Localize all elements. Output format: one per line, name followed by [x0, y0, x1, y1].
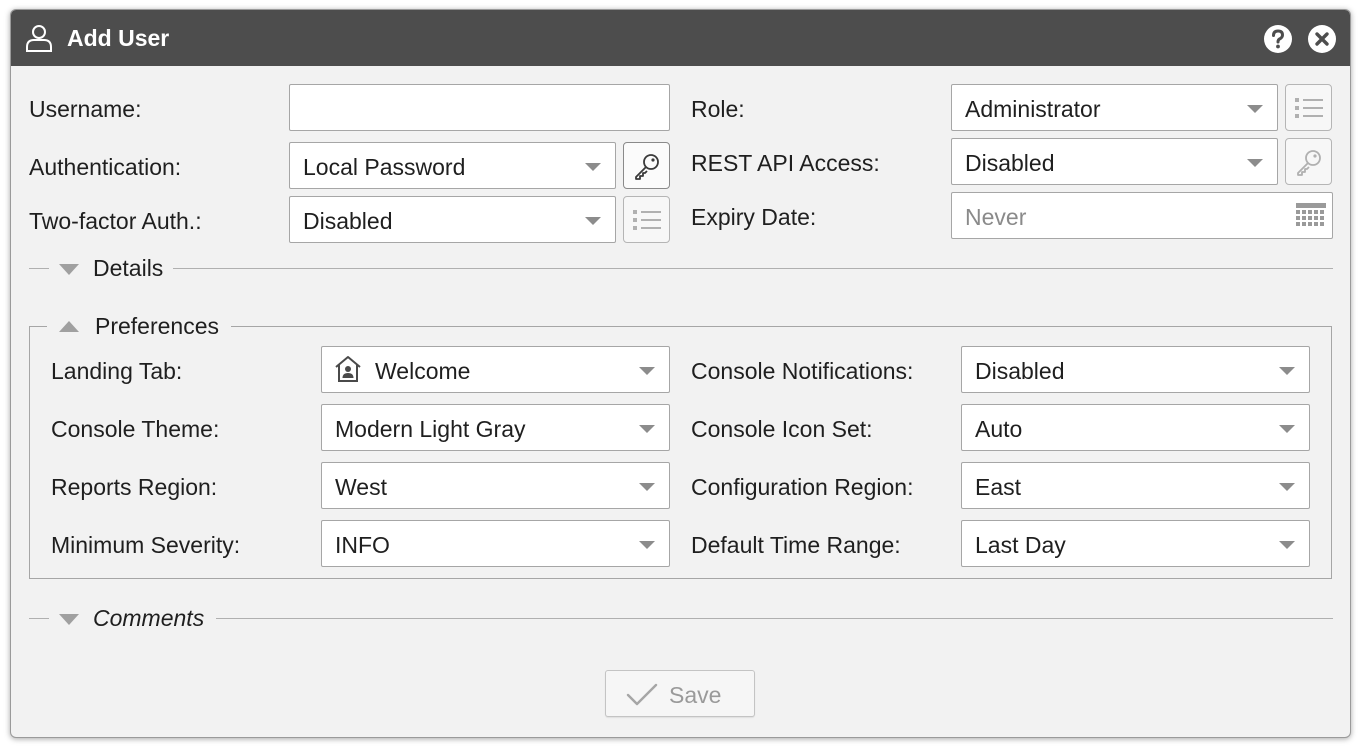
- check-icon: [626, 683, 658, 706]
- default-time-range-value: Last Day: [975, 532, 1066, 558]
- close-icon[interactable]: [1307, 24, 1337, 54]
- expiry-date-input[interactable]: Never: [951, 192, 1333, 239]
- reports-region-select[interactable]: West: [321, 462, 670, 509]
- reports-region-label: Reports Region:: [51, 474, 218, 500]
- authentication-select[interactable]: Local Password: [289, 142, 616, 189]
- dialog-titlebar[interactable]: Add User: [11, 10, 1350, 66]
- help-icon[interactable]: [1263, 24, 1293, 54]
- console-notifications-label: Console Notifications:: [691, 358, 914, 384]
- collapse-triangle-icon[interactable]: [59, 321, 79, 332]
- rest-api-select[interactable]: Disabled: [951, 138, 1278, 185]
- role-label: Role:: [691, 96, 745, 122]
- console-theme-value: Modern Light Gray: [335, 416, 526, 442]
- comments-divider-left: [29, 618, 49, 619]
- chevron-down-icon: [585, 163, 601, 171]
- dialog-title: Add User: [67, 25, 170, 51]
- chevron-down-icon: [1247, 105, 1263, 113]
- list-icon: [1295, 98, 1323, 118]
- rest-api-value: Disabled: [965, 150, 1055, 176]
- default-time-range-label: Default Time Range:: [691, 532, 901, 558]
- chevron-down-icon: [639, 425, 655, 433]
- username-input[interactable]: [289, 84, 670, 131]
- save-button-label: Save: [669, 682, 722, 708]
- authentication-value: Local Password: [303, 154, 466, 180]
- two-factor-label: Two-factor Auth.:: [29, 208, 202, 234]
- console-icon-set-select[interactable]: Auto: [961, 404, 1310, 451]
- chevron-down-icon: [1279, 483, 1295, 491]
- home-icon: [335, 356, 361, 382]
- calendar-icon[interactable]: [1295, 201, 1327, 231]
- chevron-down-icon: [639, 541, 655, 549]
- landing-tab-select[interactable]: Welcome: [321, 346, 670, 393]
- configuration-region-select[interactable]: East: [961, 462, 1310, 509]
- configuration-region-label: Configuration Region:: [691, 474, 914, 500]
- expand-triangle-icon[interactable]: [59, 614, 79, 625]
- minimum-severity-value: INFO: [335, 532, 390, 558]
- console-icon-set-value: Auto: [975, 416, 1023, 442]
- expand-triangle-icon[interactable]: [59, 264, 79, 275]
- key-icon: [635, 154, 659, 180]
- two-factor-select[interactable]: Disabled: [289, 196, 616, 243]
- default-time-range-select[interactable]: Last Day: [961, 520, 1310, 567]
- console-icon-set-label: Console Icon Set:: [691, 416, 873, 442]
- chevron-down-icon: [1247, 159, 1263, 167]
- configuration-region-value: East: [975, 474, 1022, 500]
- add-user-dialog: Add User Username: Authentication: Local…: [10, 9, 1351, 738]
- user-icon: [26, 25, 52, 52]
- key-icon: [1297, 150, 1321, 176]
- minimum-severity-label: Minimum Severity:: [51, 532, 241, 558]
- rest-api-label: REST API Access:: [691, 150, 880, 176]
- console-notifications-value: Disabled: [975, 358, 1065, 384]
- chevron-down-icon: [1279, 425, 1295, 433]
- username-label: Username:: [29, 96, 142, 122]
- minimum-severity-select[interactable]: INFO: [321, 520, 670, 567]
- preferences-legend[interactable]: Preferences: [47, 310, 231, 344]
- comments-divider-right: [216, 618, 1333, 619]
- two-factor-list-button[interactable]: [623, 196, 670, 243]
- chevron-down-icon: [639, 367, 655, 375]
- console-theme-select[interactable]: Modern Light Gray: [321, 404, 670, 451]
- preferences-section-title[interactable]: Preferences: [95, 313, 219, 340]
- two-factor-value: Disabled: [303, 208, 393, 234]
- chevron-down-icon: [639, 483, 655, 491]
- save-button[interactable]: Save: [605, 670, 755, 717]
- role-list-button[interactable]: [1285, 84, 1332, 131]
- details-divider-right: [173, 268, 1333, 269]
- reports-region-value: West: [335, 474, 387, 500]
- chevron-down-icon: [585, 217, 601, 225]
- role-value: Administrator: [965, 96, 1101, 122]
- landing-tab-value: Welcome: [375, 358, 471, 384]
- comments-section-title[interactable]: Comments: [93, 605, 204, 632]
- details-divider-left: [29, 268, 49, 269]
- console-theme-label: Console Theme:: [51, 416, 220, 442]
- details-section-title[interactable]: Details: [93, 255, 163, 282]
- authentication-label: Authentication:: [29, 154, 182, 180]
- expiry-date-value: Never: [965, 204, 1027, 230]
- authentication-key-button[interactable]: [623, 142, 670, 189]
- list-icon: [633, 210, 661, 230]
- landing-tab-label: Landing Tab:: [51, 358, 183, 384]
- console-notifications-select[interactable]: Disabled: [961, 346, 1310, 393]
- expiry-date-label: Expiry Date:: [691, 204, 817, 230]
- chevron-down-icon: [1279, 367, 1295, 375]
- rest-api-key-button[interactable]: [1285, 138, 1332, 185]
- role-select[interactable]: Administrator: [951, 84, 1278, 131]
- chevron-down-icon: [1279, 541, 1295, 549]
